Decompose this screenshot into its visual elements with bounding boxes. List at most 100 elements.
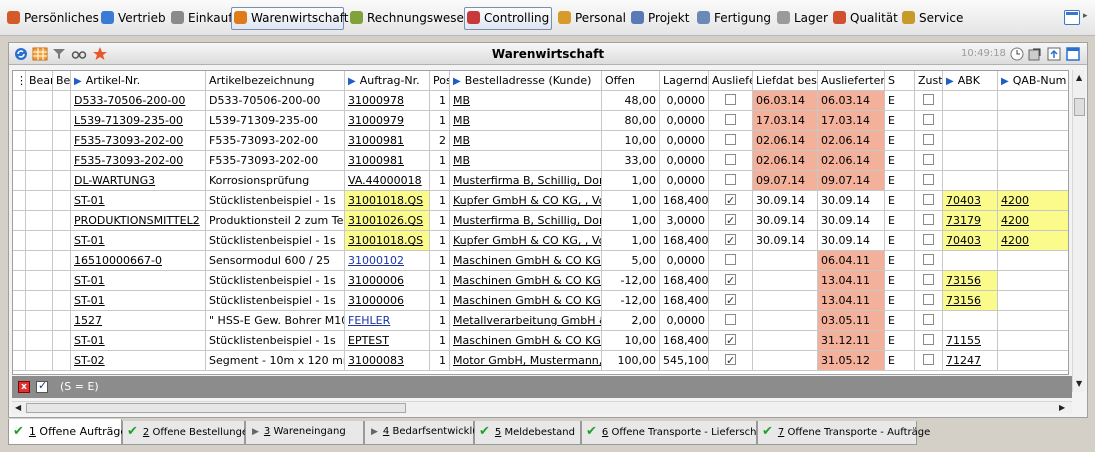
cell-qab[interactable] [998, 351, 1068, 371]
delivery-checkbox[interactable] [725, 211, 736, 230]
delivery-checkbox[interactable] [725, 154, 736, 165]
table-row[interactable]: PRODUKTIONSMITTEL2 Produktionsteil 2 zum … [13, 211, 1068, 231]
cell-auftrag[interactable]: 31000981 [345, 151, 430, 171]
module-vertrieb[interactable]: Vertrieb [98, 7, 166, 30]
tab-wareneingang[interactable]: ▶ 3 Wareneingang [245, 421, 364, 445]
responsible-checkbox[interactable] [923, 234, 934, 245]
cell-artikel[interactable]: 16510000667-0 [71, 251, 206, 271]
column-header-liefdat-best[interactable]: Liefdat best [753, 71, 818, 91]
cell-qab[interactable]: 4200 [998, 231, 1068, 251]
cell-adresse[interactable]: Kupfer GmbH & CO KG, , Vomame [450, 231, 602, 251]
cell-artikel[interactable]: F535-73093-202-00 [71, 131, 206, 151]
table-row[interactable]: F535-73093-202-00 F535-73093-202-00 310009… [13, 151, 1068, 171]
table-row[interactable]: ST-01 Stücklistenbeispiel - 1s 31000006 1 Ma… [13, 291, 1068, 311]
abk-link[interactable]: 73156 [946, 294, 981, 307]
table-row[interactable]: 16510000667-0 Sensormodul 600 / 25 3100010… [13, 251, 1068, 271]
module-projekt[interactable]: Projekt [628, 7, 690, 30]
responsible-checkbox[interactable] [923, 174, 934, 185]
scroll-up-icon[interactable]: ▲ [1076, 73, 1082, 82]
cell-adresse[interactable]: Kupfer GmbH & CO KG, , Vomame [450, 191, 602, 211]
qab-link[interactable]: 4200 [1001, 234, 1029, 247]
table-row[interactable]: L539-71309-235-00 L539-71309-235-00 310009… [13, 111, 1068, 131]
cell-qab[interactable] [998, 131, 1068, 151]
delivery-checkbox[interactable] [725, 134, 736, 145]
grid-icon[interactable] [32, 46, 48, 62]
cell-adresse[interactable]: Metallverarbeitung GmbH & Co [450, 311, 602, 331]
address-link[interactable]: MB [453, 94, 470, 107]
cell-aus[interactable] [709, 131, 753, 151]
abk-link[interactable]: 73156 [946, 274, 981, 287]
delivery-checkbox[interactable] [725, 254, 736, 265]
delivery-checkbox[interactable] [725, 174, 736, 185]
table-row[interactable]: F535-73093-202-00 F535-73093-202-00 310009… [13, 131, 1068, 151]
responsible-checkbox[interactable] [923, 194, 934, 205]
cell-aus[interactable] [709, 231, 753, 251]
vertical-scrollbar[interactable]: ▲ ▼ [1072, 70, 1085, 392]
cell-zust[interactable] [915, 191, 943, 211]
column-header-auslieferterr[interactable]: Auslieferterr [818, 71, 885, 91]
abk-link[interactable]: 71247 [946, 354, 981, 367]
row-selector[interactable] [13, 111, 26, 131]
row-selector[interactable] [13, 151, 26, 171]
responsible-checkbox[interactable] [923, 154, 934, 165]
cell-auftrag[interactable]: 31001018.QS [345, 191, 430, 211]
cell-abk[interactable]: 70403 [943, 191, 998, 211]
scroll-right-icon[interactable]: ▶ [1059, 403, 1065, 412]
order-number-link[interactable]: 31000006 [348, 294, 404, 307]
cell-aus[interactable] [709, 351, 753, 371]
cell-auftrag[interactable]: 31000978 [345, 91, 430, 111]
address-link[interactable]: MB [453, 134, 470, 147]
table-row[interactable]: 1527 " HSS-E Gew. Bohrer M10 FEHLER 1 Metall… [13, 311, 1068, 331]
responsible-checkbox[interactable] [923, 294, 934, 305]
address-link[interactable]: Kupfer GmbH & CO KG, , Vomame [453, 234, 601, 247]
address-link[interactable]: Maschinen GmbH & CO KG, , Name [453, 274, 601, 287]
cell-artikel[interactable]: ST-02 [71, 351, 206, 371]
abk-link[interactable]: 70403 [946, 194, 981, 207]
cell-zust[interactable] [915, 291, 943, 311]
cell-aus[interactable] [709, 191, 753, 211]
refresh-icon[interactable] [13, 46, 29, 62]
cell-abk[interactable]: 71155 [943, 331, 998, 351]
scroll-left-icon[interactable]: ◀ [15, 403, 21, 412]
cell-zust[interactable] [915, 231, 943, 251]
column-header-auftrag-nr-[interactable]: ▶ Auftrag-Nr. [345, 71, 430, 91]
cell-artikel[interactable]: ST-01 [71, 291, 206, 311]
column-header-artikel-nr-[interactable]: ▶ Artikel-Nr. [71, 71, 206, 91]
cell-artikel[interactable]: 1527 [71, 311, 206, 331]
row-selector[interactable] [13, 271, 26, 291]
responsible-checkbox[interactable] [923, 254, 934, 265]
address-link[interactable]: Kupfer GmbH & CO KG, , Vomame [453, 194, 601, 207]
delivery-checkbox[interactable] [725, 314, 736, 325]
column-header-zustän[interactable]: Zustän [915, 71, 943, 91]
address-link[interactable]: MB [453, 154, 470, 167]
order-number-link[interactable]: 31000102 [348, 254, 404, 267]
module-rechnungswesen[interactable]: Rechnungswesen [347, 7, 472, 30]
sort-arrow-icon[interactable]: ▶ [348, 76, 356, 87]
order-number-link[interactable]: 31001026.QS [348, 214, 423, 227]
article-number-link[interactable]: 16510000667-0 [74, 254, 162, 267]
article-number-link[interactable]: ST-01 [74, 194, 105, 207]
order-number-link[interactable]: 31000981 [348, 154, 404, 167]
cell-adresse[interactable]: MB [450, 91, 602, 111]
cell-aus[interactable] [709, 311, 753, 331]
responsible-checkbox[interactable] [923, 314, 934, 325]
article-number-link[interactable]: ST-02 [74, 354, 105, 367]
cell-aus[interactable] [709, 271, 753, 291]
delivery-checkbox[interactable] [725, 331, 736, 350]
order-number-link[interactable]: 31000006 [348, 274, 404, 287]
cell-adresse[interactable]: MB [450, 151, 602, 171]
cell-zust[interactable] [915, 111, 943, 131]
article-number-link[interactable]: F535-73093-202-00 [74, 134, 183, 147]
cell-zust[interactable] [915, 151, 943, 171]
cell-auftrag[interactable]: EPTEST [345, 331, 430, 351]
cell-aus[interactable] [709, 171, 753, 191]
cell-adresse[interactable]: Maschinen GmbH & CO KG, , Name [450, 271, 602, 291]
module-persönliches[interactable]: Persönliches [4, 7, 99, 30]
responsible-checkbox[interactable] [923, 94, 934, 105]
cell-qab[interactable]: 4200 [998, 211, 1068, 231]
cell-auftrag[interactable]: 31000006 [345, 271, 430, 291]
scroll-down-icon[interactable]: ▼ [1076, 379, 1082, 388]
cell-qab[interactable] [998, 111, 1068, 131]
cell-zust[interactable] [915, 331, 943, 351]
cell-aus[interactable] [709, 331, 753, 351]
